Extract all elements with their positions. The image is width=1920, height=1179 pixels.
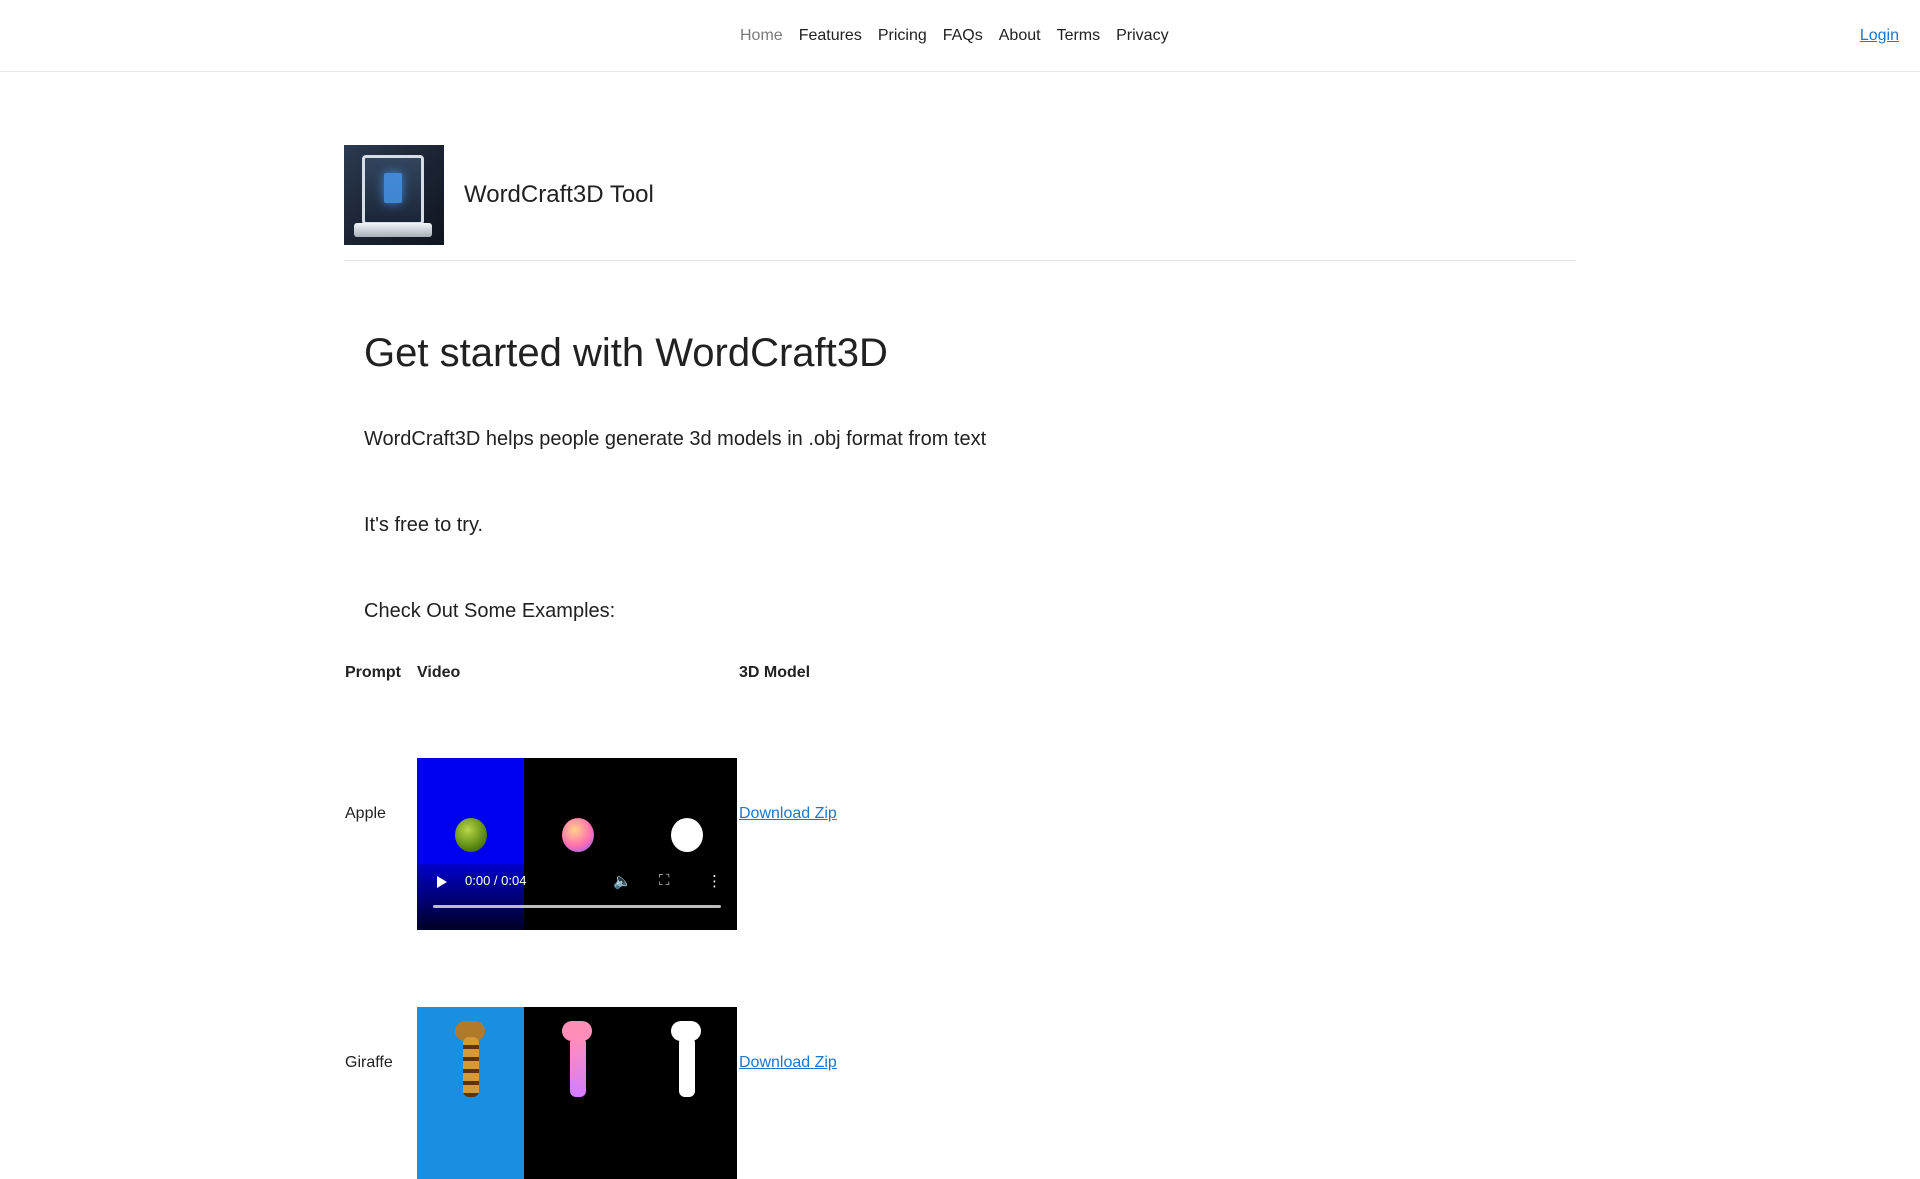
nav-terms[interactable]: Terms [1057,27,1101,45]
nav-privacy[interactable]: Privacy [1116,27,1168,45]
apple-normal-map [562,818,594,852]
download-zip-apple[interactable]: Download Zip [739,805,837,823]
header-prompt: Prompt [345,664,401,681]
nav-about[interactable]: About [999,27,1041,45]
header-video: Video [417,664,461,681]
header-3d-model: 3D Model [739,664,811,681]
brand-header: WordCraft3D Tool [344,145,1576,261]
printer-glow [384,173,402,203]
play-icon[interactable] [437,876,447,888]
prompt-apple: Apple [345,805,386,822]
page-title: Get started with WordCraft3D [364,331,888,375]
video-progress-bar[interactable] [433,905,721,908]
apple-mask [671,818,703,852]
main-nav: Home Features Pricing FAQs About Terms P… [740,0,1169,72]
fullscreen-icon[interactable]: ⛶ [659,872,670,889]
brand-name: WordCraft3D Tool [464,181,654,208]
apple-green [455,818,487,852]
prompt-giraffe: Giraffe [345,1054,393,1071]
main-content: Get started with WordCraft3D WordCraft3D… [364,320,1564,622]
examples-title: Check Out Some Examples: [364,600,616,622]
nav-features[interactable]: Features [799,27,862,45]
top-navigation-bar: Home Features Pricing FAQs About Terms P… [0,0,1920,72]
printer-base [354,223,432,237]
download-zip-giraffe[interactable]: Download Zip [739,1054,837,1072]
video-player-apple[interactable]: 0:00 / 0:04 🔈 ⛶ ⋮ [417,758,737,930]
free-text: It's free to try. [364,514,484,536]
video-time: 0:00 / 0:04 [465,873,527,888]
login-link[interactable]: Login [1860,0,1899,72]
more-options-icon[interactable]: ⋮ [707,872,722,890]
giraffe-neck-mask [679,1037,695,1097]
giraffe-neck-color [463,1037,479,1097]
3d-printer-icon [344,145,444,245]
description-text: WordCraft3D helps people generate 3d mod… [364,428,987,450]
volume-icon[interactable]: 🔈 [613,872,632,890]
giraffe-neck-normal [570,1037,586,1097]
video-player-giraffe[interactable] [417,1007,737,1179]
nav-faqs[interactable]: FAQs [943,27,983,45]
nav-pricing[interactable]: Pricing [878,27,927,45]
video-controls: 0:00 / 0:04 🔈 ⛶ ⋮ [417,864,737,930]
nav-home[interactable]: Home [740,27,783,45]
